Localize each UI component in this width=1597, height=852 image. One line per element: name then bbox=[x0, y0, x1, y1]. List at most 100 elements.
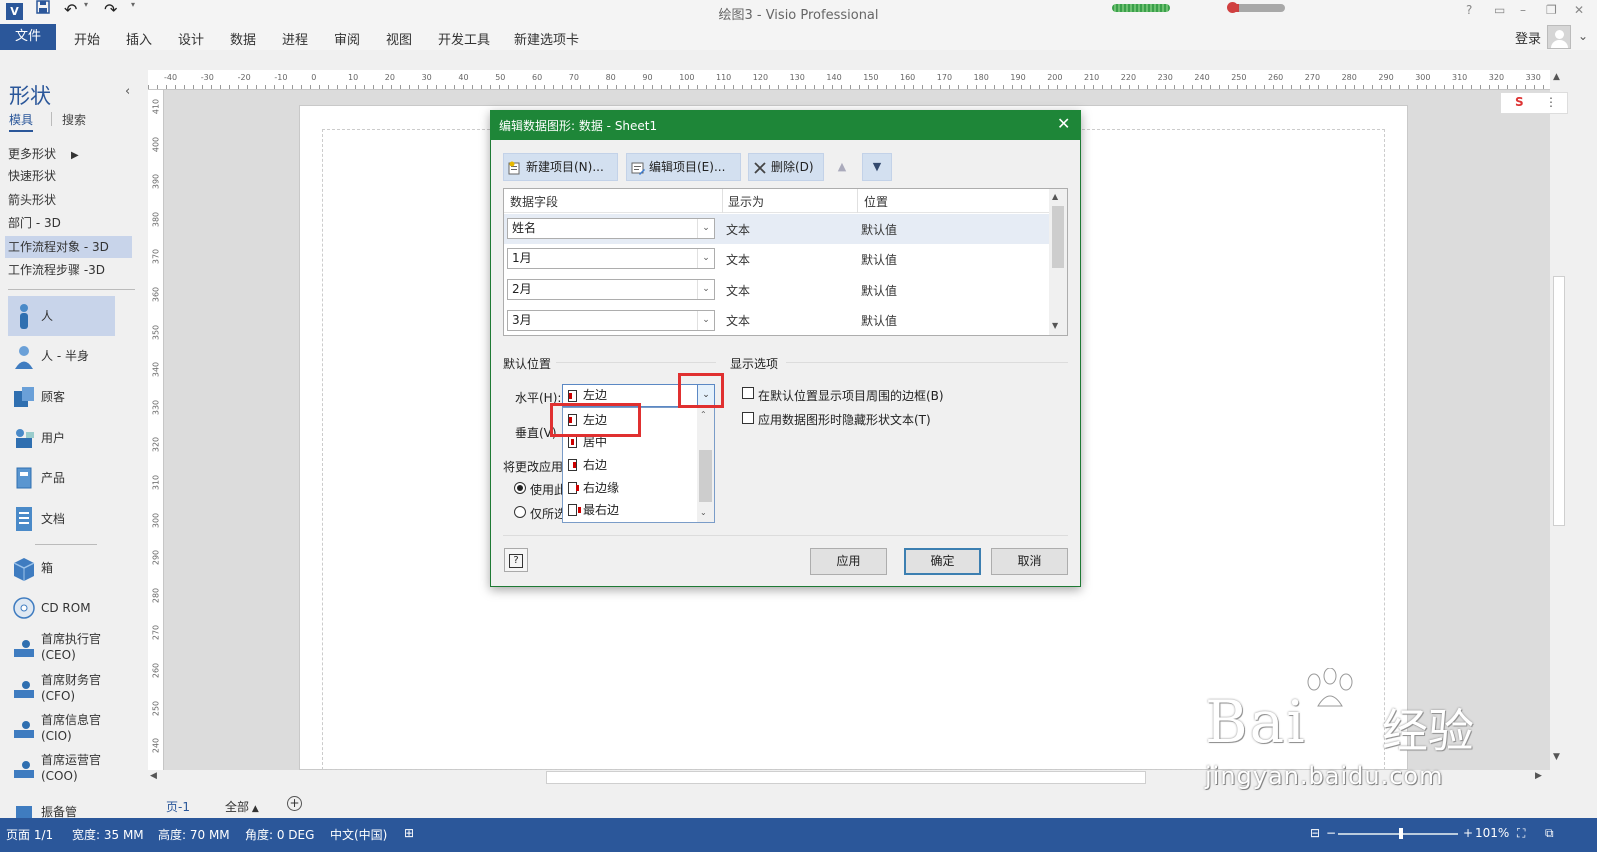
tab-data[interactable]: 数据 bbox=[230, 29, 256, 48]
shape-cio[interactable]: 首席信息官 (CIO) bbox=[8, 710, 138, 750]
delete-button[interactable]: 删除(D) bbox=[748, 153, 824, 181]
tab-design[interactable]: 设计 bbox=[178, 29, 204, 48]
field-combo[interactable]: 姓名 ⌄ bbox=[507, 218, 715, 239]
shape-person[interactable]: 人 bbox=[8, 296, 115, 336]
tab-search[interactable]: 搜索 bbox=[62, 111, 86, 128]
ok-button[interactable]: 确定 bbox=[904, 548, 981, 575]
shape-partial[interactable]: 振备管 bbox=[8, 794, 138, 818]
macro-record-icon[interactable]: ⊞ bbox=[404, 826, 414, 840]
zoom-slider[interactable] bbox=[1338, 833, 1458, 835]
shape-product[interactable]: 产品 bbox=[8, 458, 138, 498]
scroll-down-icon[interactable]: ▼ bbox=[1553, 752, 1560, 762]
help-button[interactable]: ? bbox=[504, 548, 528, 572]
tab-home[interactable]: 开始 bbox=[74, 29, 100, 48]
chevron-down-icon[interactable]: ⌄ bbox=[697, 219, 714, 238]
zoom-in-icon[interactable]: + bbox=[1463, 826, 1473, 840]
chevron-down-icon[interactable]: ⌄ bbox=[697, 311, 714, 330]
tab-review[interactable]: 审阅 bbox=[334, 29, 360, 48]
option-right[interactable]: 右边 bbox=[564, 454, 697, 476]
chevron-down-icon[interactable]: ⌄ bbox=[697, 280, 714, 299]
fit-window-icon[interactable]: ⛶ bbox=[1517, 826, 1525, 841]
ime-menu-icon[interactable]: ⋮ bbox=[1545, 95, 1557, 109]
avatar[interactable] bbox=[1547, 25, 1571, 49]
restore-icon[interactable]: ❐ bbox=[1546, 3, 1557, 17]
option-far-right[interactable]: 最右边 bbox=[564, 499, 697, 521]
shape-ceo[interactable]: 首席执行官 (CEO) bbox=[8, 629, 138, 669]
stencil-department-3d[interactable]: 部门 - 3D bbox=[8, 212, 135, 234]
scrollbar-thumb[interactable] bbox=[546, 771, 1146, 784]
new-item-button[interactable]: 新建项目(N)... bbox=[503, 153, 618, 181]
scroll-up-icon[interactable]: ⌃ bbox=[700, 410, 707, 419]
stencil-quick-shapes[interactable]: 快速形状 bbox=[8, 165, 135, 187]
scroll-up-icon[interactable]: ▲ bbox=[1553, 72, 1560, 82]
scroll-right-icon[interactable]: ▶ bbox=[1535, 771, 1542, 781]
scrollbar-thumb[interactable] bbox=[1052, 206, 1064, 268]
zoom-out-icon[interactable]: − bbox=[1326, 826, 1336, 840]
tab-insert[interactable]: 插入 bbox=[126, 29, 152, 48]
scroll-left-icon[interactable]: ◀ bbox=[150, 771, 157, 781]
field-combo[interactable]: 2月 ⌄ bbox=[507, 279, 715, 300]
tab-file[interactable]: 文件 bbox=[0, 24, 56, 50]
user-icon bbox=[16, 429, 34, 448]
tab-new[interactable]: 新建选项卡 bbox=[514, 29, 579, 48]
status-page[interactable]: 页面 1/1 bbox=[6, 826, 53, 843]
display-cell: 文本 bbox=[726, 223, 751, 237]
ruler-tick-label: 250 bbox=[1231, 73, 1247, 82]
fit-page-icon[interactable]: ⊟ bbox=[1310, 826, 1320, 840]
page-tab[interactable]: 页-1 bbox=[166, 798, 190, 815]
scroll-down-icon[interactable]: ⌄ bbox=[700, 508, 707, 517]
scrollbar-thumb[interactable] bbox=[699, 450, 712, 502]
shape-customer[interactable]: 顾客 bbox=[8, 377, 138, 417]
scroll-down-icon[interactable]: ▼ bbox=[1052, 321, 1058, 330]
tab-stencils[interactable]: 模具 bbox=[9, 111, 34, 132]
ruler-tick-label: 240 bbox=[151, 738, 161, 754]
field-combo[interactable]: 1月 ⌄ bbox=[507, 248, 715, 269]
chevron-down-icon[interactable]: ⌄ bbox=[697, 249, 714, 268]
close-window-icon[interactable]: ✕ bbox=[1574, 3, 1584, 17]
sign-in-link[interactable]: 登录 bbox=[1515, 28, 1541, 47]
stencil-workflow-objects-3d[interactable]: 工作流程对象 - 3D bbox=[5, 236, 132, 258]
shape-document[interactable]: 文档 bbox=[8, 499, 138, 539]
option-right-edge[interactable]: 右边缘 bbox=[564, 477, 697, 499]
close-icon[interactable]: ✕ bbox=[1057, 114, 1070, 133]
ime-toolbar[interactable]: S ⋮ bbox=[1500, 92, 1568, 114]
all-pages-tab[interactable]: 全部 ▲ bbox=[225, 798, 259, 815]
ruler-tick-label: 110 bbox=[716, 73, 732, 82]
move-up-icon[interactable]: ▲ bbox=[828, 153, 856, 181]
apply-button[interactable]: 应用 bbox=[810, 548, 887, 575]
field-combo[interactable]: 3月 ⌄ bbox=[507, 310, 715, 331]
ceo-icon bbox=[14, 640, 34, 657]
zoom-slider-thumb[interactable] bbox=[1399, 828, 1403, 839]
ribbon-display-icon[interactable]: ▭ bbox=[1494, 3, 1505, 17]
shape-user[interactable]: 用户 bbox=[8, 418, 138, 458]
radio-use-all[interactable] bbox=[514, 482, 526, 494]
add-page-button[interactable]: + bbox=[287, 796, 302, 811]
radio-selected-only[interactable] bbox=[514, 506, 526, 518]
scroll-up-icon[interactable]: ▲ bbox=[1052, 192, 1058, 201]
column-header-field: 数据字段 bbox=[510, 195, 559, 209]
shape-cfo[interactable]: 首席财务官 (CFO) bbox=[8, 670, 138, 710]
stencil-arrow-shapes[interactable]: 箭头形状 bbox=[8, 189, 135, 211]
cancel-button[interactable]: 取消 bbox=[991, 548, 1068, 575]
hide-text-checkbox[interactable] bbox=[742, 412, 754, 424]
switch-windows-icon[interactable]: ⧉ bbox=[1545, 826, 1554, 841]
shape-coo[interactable]: 首席运营官 (COO) bbox=[8, 750, 138, 790]
status-height: 高度: 70 MM bbox=[158, 828, 230, 842]
help-icon[interactable]: ? bbox=[1466, 3, 1472, 17]
edit-item-button[interactable]: 编辑项目(E)... bbox=[626, 153, 741, 181]
shape-box[interactable]: 箱 bbox=[8, 548, 138, 588]
chevron-down-icon[interactable]: ⌄ bbox=[1578, 29, 1588, 43]
shape-person-half[interactable]: 人 - 半身 bbox=[8, 336, 138, 376]
tab-process[interactable]: 进程 bbox=[282, 29, 308, 48]
status-language[interactable]: 中文(中国) bbox=[330, 826, 387, 843]
scrollbar-thumb[interactable] bbox=[1553, 276, 1565, 526]
stencil-workflow-steps-3d[interactable]: 工作流程步骤 -3D bbox=[8, 259, 135, 281]
minimize-icon[interactable]: – bbox=[1520, 3, 1526, 17]
border-checkbox[interactable] bbox=[742, 387, 754, 399]
move-down-icon[interactable]: ▼ bbox=[862, 153, 892, 181]
tab-developer[interactable]: 开发工具 bbox=[438, 29, 490, 48]
collapse-pane-icon[interactable]: ‹ bbox=[125, 84, 130, 99]
tab-view[interactable]: 视图 bbox=[386, 29, 412, 48]
zoom-level[interactable]: 101% bbox=[1475, 826, 1509, 840]
shape-cd-rom[interactable]: CD ROM bbox=[8, 588, 138, 628]
